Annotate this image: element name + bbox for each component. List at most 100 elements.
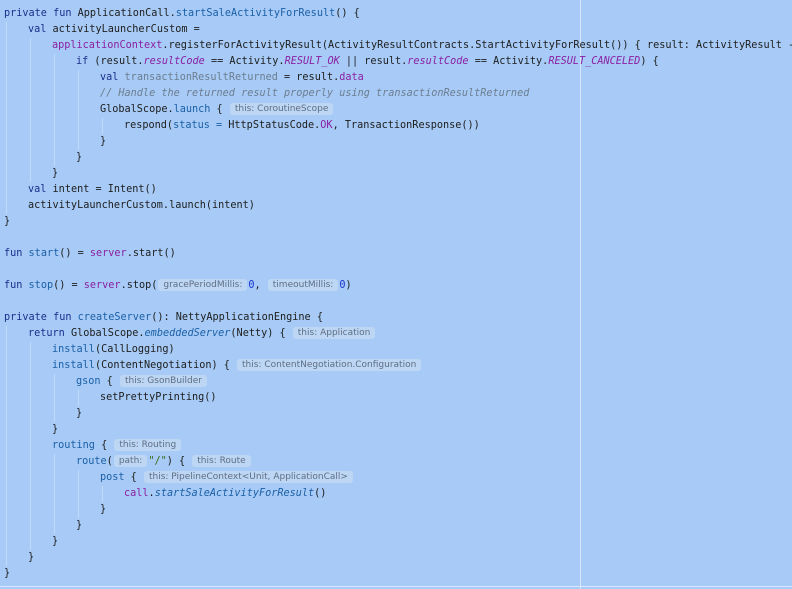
- code-text: ,: [254, 280, 267, 291]
- code-line[interactable]: fun start() = server.start(): [4, 246, 176, 262]
- code-line[interactable]: }: [76, 518, 82, 534]
- code-text: {: [124, 472, 137, 483]
- function-name: routing: [52, 440, 95, 451]
- code-line[interactable]: fun stop() = server.stop(gracePeriodMill…: [4, 278, 352, 294]
- code-line[interactable]: if (result.resultCode == Activity.RESULT…: [76, 54, 659, 70]
- code-text: ) {: [166, 456, 186, 467]
- code-text: .registerForActivityResult(ActivityResul…: [162, 40, 792, 51]
- constant-ref: RESULT_CANCELED: [548, 56, 641, 67]
- code-line[interactable]: setPrettyPrinting(): [100, 390, 217, 406]
- code-line[interactable]: }: [76, 406, 82, 422]
- inlay-hint: this: PipelineContext<Unit, ApplicationC…: [143, 471, 353, 483]
- code-text: (ContentNegotiation) {: [94, 360, 230, 371]
- function-name: post: [100, 472, 125, 483]
- inlay-hint: path:: [113, 455, 148, 467]
- code-line[interactable]: }: [100, 134, 106, 150]
- code-text: || result.: [339, 56, 408, 67]
- code-line[interactable]: GlobalScope.launch { this: CoroutineScop…: [100, 102, 334, 118]
- indent-guide: [78, 70, 79, 150]
- code-text: {: [100, 376, 113, 387]
- keyword: fun: [4, 248, 29, 259]
- code-line[interactable]: install(ContentNegotiation) { this: Cont…: [52, 358, 422, 374]
- code-text: GlobalScope.: [70, 328, 145, 339]
- code-line[interactable]: }: [76, 150, 82, 166]
- receiver-type: ApplicationCall.: [77, 8, 176, 19]
- indent-guide: [30, 342, 31, 550]
- code-text: (): NettyApplicationEngine {: [151, 312, 323, 323]
- code-text: GlobalScope.: [100, 104, 174, 115]
- function-name: launch: [173, 104, 211, 115]
- function-name: embeddedServer: [144, 328, 231, 339]
- code-text: () {: [335, 8, 360, 19]
- code-editor[interactable]: private fun ApplicationCall. startSaleAct…: [0, 0, 792, 589]
- keyword: fun: [4, 280, 29, 291]
- property-ref: data: [339, 72, 364, 83]
- code-line[interactable]: }: [4, 566, 10, 582]
- code-text: (CallLogging): [94, 344, 175, 355]
- property-ref: server: [89, 248, 127, 259]
- indent-guide: [54, 54, 55, 166]
- constant-ref: RESULT_OK: [284, 56, 340, 67]
- property-ref: resultCode: [143, 56, 205, 67]
- inlay-hint: this: Routing: [114, 439, 182, 451]
- code-line[interactable]: route(path: "/") { this: Route: [76, 454, 252, 470]
- indent-guide: [6, 326, 7, 566]
- code-line[interactable]: install(CallLogging): [52, 342, 175, 358]
- code-line[interactable]: call.startSaleActivityForResult(): [124, 486, 326, 502]
- code-line[interactable]: }: [52, 422, 58, 438]
- code-line[interactable]: val intent = Intent(): [28, 182, 157, 198]
- code-line[interactable]: return GlobalScope.embeddedServer(Netty)…: [28, 326, 376, 342]
- code-text: () =: [59, 248, 90, 259]
- function-name: createServer: [77, 312, 152, 323]
- code-line[interactable]: }: [52, 534, 58, 550]
- property-ref: applicationContext: [52, 40, 163, 51]
- code-text: = result.: [277, 72, 340, 83]
- code-text: {: [210, 104, 223, 115]
- code-line[interactable]: }: [52, 166, 58, 182]
- code-line[interactable]: applicationContext.registerForActivityRe…: [52, 38, 792, 54]
- function-name: startSaleActivityForResult: [154, 488, 315, 499]
- code-line[interactable]: respond(status = HttpStatusCode.OK, Tran…: [124, 118, 480, 134]
- code-text: activityLauncherCustom =: [52, 24, 200, 35]
- property-ref: resultCode: [407, 56, 469, 67]
- code-text: (): [314, 488, 327, 499]
- code-line[interactable]: private fun ApplicationCall.startSaleAct…: [4, 6, 360, 22]
- named-argument: status =: [173, 120, 229, 131]
- code-line[interactable]: val transactionResultReturned = result.d…: [100, 70, 364, 86]
- code-line[interactable]: val activityLauncherCustom =: [28, 22, 200, 38]
- keyword: val: [28, 184, 53, 195]
- indent-guide: [78, 390, 79, 406]
- code-comment: // Handle the returned result properly u…: [100, 88, 530, 99]
- code-line[interactable]: private fun createServer(): NettyApplica…: [4, 310, 323, 326]
- code-line[interactable]: gson { this: GsonBuilder: [76, 374, 208, 390]
- code-line[interactable]: post { this: PipelineContext<Unit, Appli…: [100, 470, 354, 486]
- code-line[interactable]: // Handle the returned result properly u…: [100, 86, 529, 102]
- code-line[interactable]: routing { this: Routing: [52, 438, 182, 454]
- right-margin-guide: [580, 0, 581, 589]
- function-name: stop: [28, 280, 54, 291]
- indent-guide: [54, 374, 55, 422]
- code-line[interactable]: }: [100, 502, 106, 518]
- inlay-hint: this: GsonBuilder: [119, 375, 207, 387]
- code-text: intent = Intent(): [52, 184, 157, 195]
- property-ref: call: [124, 488, 149, 499]
- indent-guide: [54, 454, 55, 534]
- code-text: HttpStatusCode.: [228, 120, 321, 131]
- keyword: val: [28, 24, 53, 35]
- inlay-hint: this: Route: [192, 455, 251, 467]
- code-text: (result.: [94, 56, 144, 67]
- function-name: install: [52, 344, 95, 355]
- indent-guide: [78, 470, 79, 518]
- indent-guide: [6, 22, 7, 214]
- code-text: , TransactionResponse()): [332, 120, 480, 131]
- code-line[interactable]: }: [28, 550, 34, 566]
- keyword: private fun: [4, 8, 78, 19]
- constant-ref: OK: [320, 120, 333, 131]
- function-name: route: [76, 456, 107, 467]
- code-text: .stop(: [120, 280, 158, 291]
- code-text: == Activity.: [204, 56, 285, 67]
- keyword: private fun: [4, 312, 78, 323]
- code-line[interactable]: activityLauncherCustom.launch(intent): [28, 198, 255, 214]
- code-line[interactable]: }: [4, 214, 10, 230]
- code-text: (: [106, 456, 113, 467]
